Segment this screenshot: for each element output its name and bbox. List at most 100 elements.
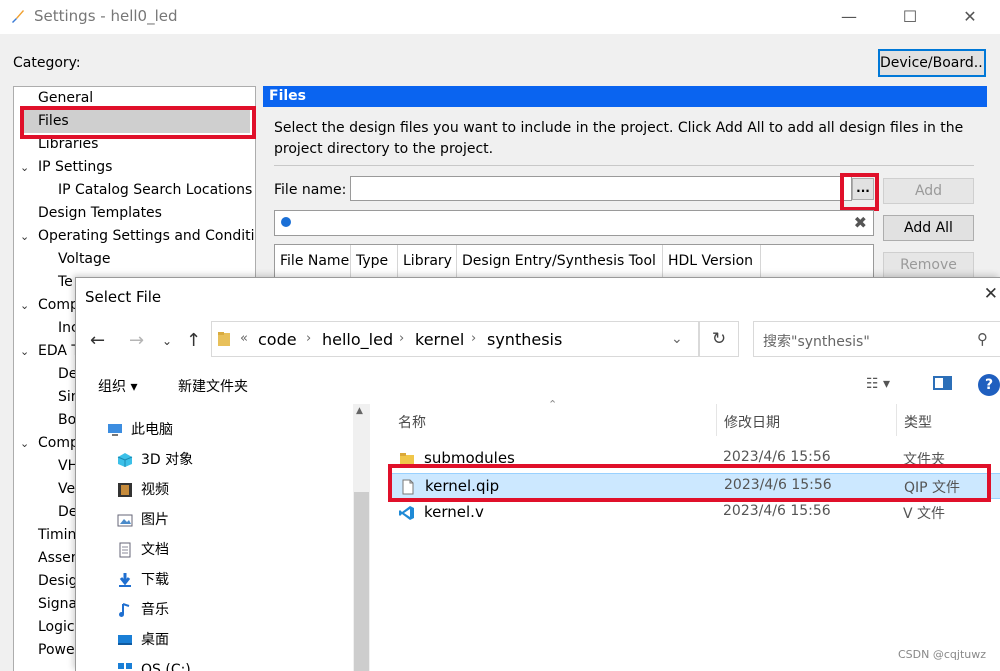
nav-item[interactable]: 文档 xyxy=(119,538,169,562)
cube-icon xyxy=(117,453,133,467)
col-type[interactable]: 类型 xyxy=(904,412,932,432)
tree-item[interactable]: Bo xyxy=(58,409,76,432)
nav-item-label: 音乐 xyxy=(141,602,169,618)
browse-button[interactable]: ... xyxy=(852,178,874,200)
dialog-close-icon[interactable]: ✕ xyxy=(984,284,998,304)
close-button[interactable]: ✕ xyxy=(950,4,990,30)
tree-item[interactable]: ⌄ Comp xyxy=(20,432,79,455)
add-all-button[interactable]: Add All xyxy=(883,215,974,241)
tree-item[interactable]: Voltage xyxy=(58,248,111,271)
view-options-icon[interactable]: ☷ ▾ xyxy=(866,376,890,392)
dialog-title: Select File xyxy=(85,288,162,306)
window-title: Settings - hell0_led xyxy=(34,7,178,25)
file-row[interactable]: submodules 2023/4/6 15:56 文件夹 xyxy=(391,446,1000,472)
chevron-down-icon[interactable]: ⌄ xyxy=(20,225,29,248)
organize-button[interactable]: 组织 ▾ xyxy=(98,376,137,396)
col-library[interactable]: Library xyxy=(398,245,457,277)
tree-item[interactable]: Logic xyxy=(38,616,75,639)
chevron-down-icon[interactable]: ⌄ xyxy=(20,340,29,363)
tree-item[interactable]: Asser xyxy=(38,547,77,570)
recent-dropdown-icon[interactable]: ⌄ xyxy=(162,334,172,348)
clear-icon[interactable]: ✖ xyxy=(854,213,867,232)
file-row[interactable]: kernel.qip 2023/4/6 15:56 QIP 文件 xyxy=(391,473,1000,499)
minimize-button[interactable]: — xyxy=(829,4,869,30)
nav-item[interactable]: 下载 xyxy=(119,568,169,592)
tree-item[interactable]: Powe xyxy=(38,639,75,662)
file-type: QIP 文件 xyxy=(904,480,961,496)
chevron-down-icon[interactable]: ⌄ xyxy=(20,294,29,317)
tree-item[interactable]: General xyxy=(38,87,93,110)
col-hdl-version[interactable]: HDL Version xyxy=(663,245,761,277)
tree-item[interactable]: Design Templates xyxy=(38,202,162,225)
nav-item[interactable]: OS (C:) xyxy=(118,658,191,671)
col-design-entry[interactable]: Design Entry/Synthesis Tool xyxy=(457,245,663,277)
tree-item[interactable]: ⌄ Comp xyxy=(20,294,79,317)
chevron-down-icon[interactable]: ⌄ xyxy=(20,156,29,179)
nav-item[interactable]: 3D 对象 xyxy=(117,448,194,472)
help-icon[interactable]: ? xyxy=(978,374,1000,396)
file-type: 文件夹 xyxy=(903,452,945,468)
tree-item[interactable]: Desig xyxy=(38,570,77,593)
file-name-input[interactable] xyxy=(350,176,852,201)
music-icon xyxy=(119,603,130,617)
nav-item[interactable]: 音乐 xyxy=(119,598,169,622)
tree-item[interactable]: ⌄ Operating Settings and Conditio xyxy=(20,225,255,248)
select-file-dialog: Select File ✕ ← → ⌄ ↑ « code › hello_led… xyxy=(75,277,1000,671)
preview-pane-icon[interactable] xyxy=(933,376,952,390)
tree-item[interactable]: Libraries xyxy=(38,133,98,156)
file-row[interactable]: kernel.v 2023/4/6 15:56 V 文件 xyxy=(391,500,1000,526)
path-overflow[interactable]: « xyxy=(240,331,248,346)
filter-input[interactable]: ✖ xyxy=(274,210,874,236)
col-modified[interactable]: 修改日期 xyxy=(724,412,780,432)
sort-caret-icon: ⌃ xyxy=(548,398,558,411)
address-bar[interactable]: « code › hello_led › kernel › synthesis … xyxy=(211,321,699,357)
nav-item-label: 此电脑 xyxy=(131,422,173,438)
path-segment-hello-led[interactable]: hello_led xyxy=(322,330,393,349)
title-bar: Settings - hell0_led — ☐ ✕ xyxy=(0,0,1000,34)
desktop-icon xyxy=(118,635,132,645)
tree-item[interactable]: IP Catalog Search Locations xyxy=(58,179,252,202)
file-name: kernel.v xyxy=(424,503,484,521)
file-name: kernel.qip xyxy=(425,477,500,495)
nav-item[interactable]: 视频 xyxy=(118,478,169,502)
remove-button[interactable]: Remove xyxy=(883,252,974,278)
nav-scrollbar[interactable]: ▲ xyxy=(353,404,370,671)
tree-item-label: Logic xyxy=(38,619,75,635)
tree-item[interactable]: Signa xyxy=(38,593,77,616)
forward-arrow-icon[interactable]: → xyxy=(129,330,144,351)
chevron-down-icon[interactable]: ⌄ xyxy=(20,432,29,455)
back-arrow-icon[interactable]: ← xyxy=(90,330,105,351)
device-board-button[interactable]: Device/Board... xyxy=(878,49,986,77)
tree-item[interactable]: Ve xyxy=(58,478,75,501)
film-icon xyxy=(118,483,132,497)
nav-item[interactable]: 此电脑 xyxy=(108,418,173,442)
new-folder-button[interactable]: 新建文件夹 xyxy=(178,376,248,396)
tree-item[interactable]: ⌄ EDA T xyxy=(20,340,80,363)
col-type[interactable]: Type xyxy=(351,245,398,277)
nav-item[interactable]: 图片 xyxy=(117,508,169,532)
maximize-button[interactable]: ☐ xyxy=(890,4,930,30)
file-list[interactable]: ⌃ 名称 修改日期 类型 submodules 2023/4/6 15:56 文件夹… xyxy=(371,398,1000,671)
col-file-name[interactable]: File Name xyxy=(275,245,351,277)
chevron-down-icon[interactable]: ⌄ xyxy=(671,331,683,347)
path-segment-code[interactable]: code xyxy=(258,330,297,349)
nav-item-label: 3D 对象 xyxy=(141,452,194,468)
tree-item[interactable]: Files xyxy=(21,110,250,133)
scroll-up-icon[interactable]: ▲ xyxy=(356,406,363,416)
navigation-pane[interactable]: ▲ 此电脑 3D 对象视频图片文档下载音乐桌面 OS (C:) xyxy=(76,404,371,671)
col-name[interactable]: 名称 xyxy=(398,412,426,432)
up-arrow-icon[interactable]: ↑ xyxy=(186,330,201,351)
nav-item[interactable]: 桌面 xyxy=(118,628,169,652)
refresh-icon[interactable]: ↻ xyxy=(699,321,739,357)
nav-item-label: 图片 xyxy=(141,512,169,528)
search-box[interactable]: 搜索"synthesis" ⚲ xyxy=(753,321,1000,357)
add-button[interactable]: Add xyxy=(883,178,974,204)
tree-item-label: IP Catalog Search Locations xyxy=(58,182,253,198)
path-segment-synthesis[interactable]: synthesis xyxy=(487,330,562,349)
file-name: submodules xyxy=(424,449,515,467)
path-segment-kernel[interactable]: kernel xyxy=(415,330,464,349)
scroll-thumb[interactable] xyxy=(354,492,369,671)
tree-item[interactable]: Te xyxy=(58,271,73,294)
tree-item[interactable]: ⌄ IP Settings xyxy=(20,156,112,179)
tree-item[interactable]: Timin xyxy=(38,524,76,547)
